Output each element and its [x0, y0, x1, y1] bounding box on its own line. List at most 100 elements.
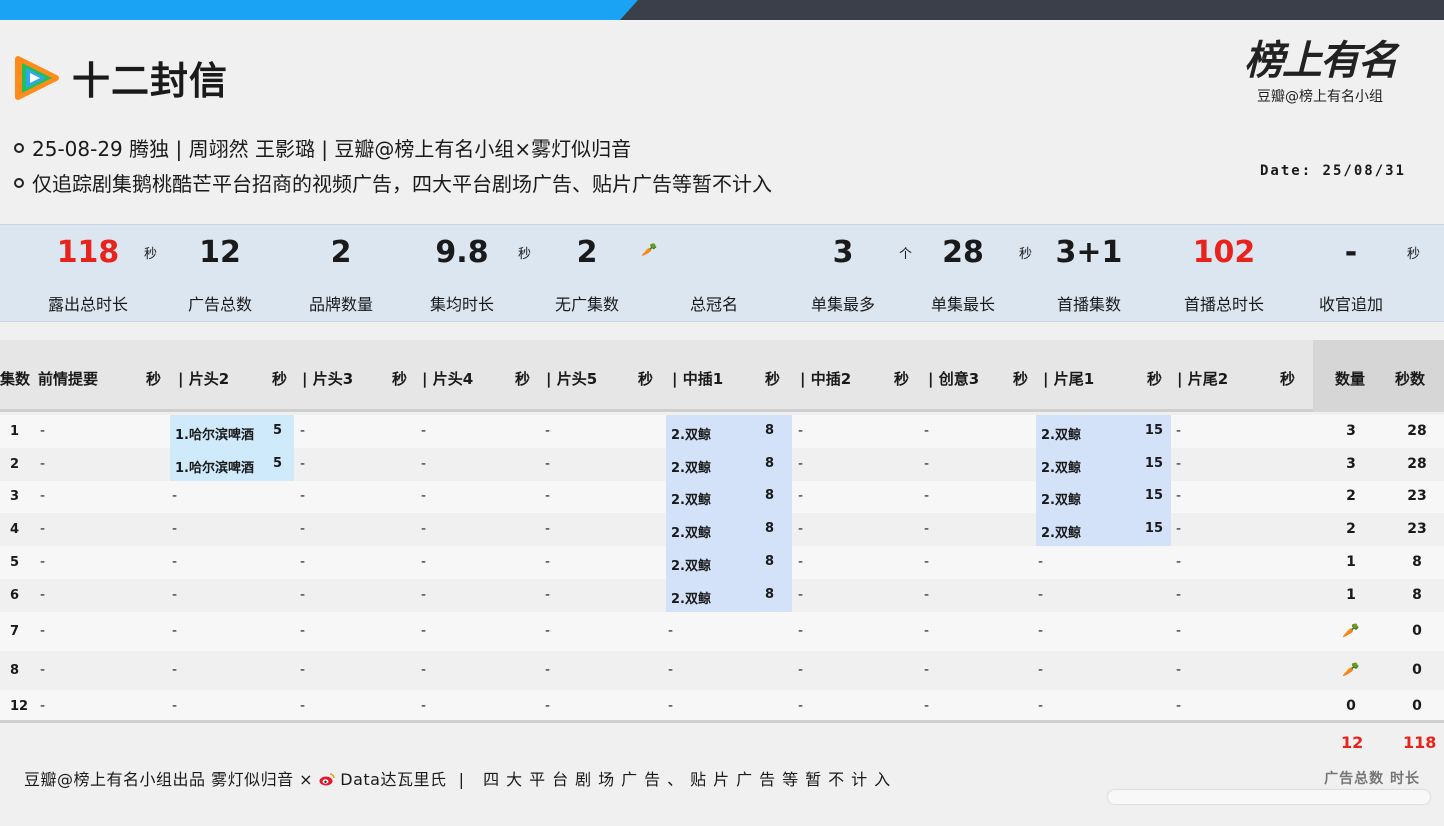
stat-value: 2 — [576, 235, 598, 270]
empty-cell: - — [300, 662, 306, 678]
table-row: 2-1.哈尔滨啤酒 5- - -2.双鲸 8- -2.双鲸 15-3 28 — [0, 448, 1444, 481]
column-header: 秒 — [1147, 370, 1163, 388]
ad-count: 3 — [1346, 456, 1356, 472]
column-header: 秒 — [765, 370, 781, 388]
empty-cell: - — [40, 521, 46, 537]
ad-total-seconds: 23 — [1407, 521, 1427, 537]
empty-cell: - — [300, 521, 306, 537]
ad-seconds: 8 — [764, 488, 774, 503]
stat-5: 总冠名 — [652, 225, 776, 323]
stat-label: 总冠名 — [689, 295, 738, 314]
ad-name: 2.双鲸 — [671, 592, 711, 607]
ad-name: 1.哈尔滨啤酒 — [175, 461, 254, 476]
empty-cell: - — [798, 456, 804, 472]
empty-cell: - — [668, 698, 674, 714]
ad-seconds: 8 — [764, 587, 774, 602]
top-bar-accent — [0, 0, 638, 20]
column-header: | 片尾2 — [1177, 370, 1229, 388]
ad-total-seconds: 0 — [1412, 623, 1422, 639]
stat-10: - 秒收官追加 — [1289, 225, 1420, 323]
bullet-icon — [14, 142, 24, 153]
empty-cell: - — [798, 554, 804, 570]
date-label: Date: 25/08/31 — [1259, 163, 1406, 179]
stat-3: 9.8 秒集均时长 — [400, 225, 531, 323]
footer-right: | 四大平台剧场广告、贴片广告等暂不计入 — [446, 770, 898, 789]
table-row: 5 - - - - - 2.双鲸 8 - - - - 1 8 — [0, 546, 1444, 579]
ad-cell: 2.双鲸 15 — [1036, 415, 1171, 448]
empty-cell: - — [1038, 554, 1044, 570]
stat-value: - — [1344, 235, 1358, 270]
episode-number: 3 — [10, 489, 20, 504]
ad-name: 2.双鲸 — [671, 559, 711, 574]
stats-panel: 118 秒露出总时长 12 广告总数 2 品牌数量 9.8 秒集均时长 2 🥕 无广集数 总冠名 3 个单… — [0, 224, 1444, 322]
stat-unit: 秒 — [1407, 247, 1421, 262]
tencent-video-icon — [15, 55, 59, 100]
empty-cell: - — [300, 488, 306, 504]
column-header: 秒 — [272, 370, 288, 388]
stat-label: 集均时长 — [429, 295, 494, 314]
ad-cell: 2.双鲸 8 — [666, 481, 792, 513]
empty-cell: - — [924, 698, 930, 714]
empty-cell: - — [545, 587, 551, 603]
empty-cell: - — [1176, 423, 1182, 439]
column-header: 秒 — [146, 370, 162, 388]
empty-cell: - — [1176, 662, 1182, 678]
weibo-icon — [319, 773, 335, 786]
empty-cell: - — [1176, 623, 1182, 639]
stat-value: 3+1 — [1055, 235, 1123, 270]
empty-cell: - — [172, 554, 178, 570]
column-header: 秒 — [1280, 370, 1296, 388]
empty-cell: - — [300, 698, 306, 714]
stat-4: 2 🥕 无广集数 — [525, 225, 657, 323]
ad-count: 3 — [1346, 423, 1356, 439]
table-row: 7 - - - - - - - - - - 🥕 0 — [0, 612, 1444, 651]
column-header: | 片头2 — [178, 370, 230, 388]
empty-cell: - — [1176, 521, 1182, 537]
empty-cell: - — [421, 587, 427, 603]
ad-total-seconds: 28 — [1407, 423, 1427, 439]
ad-cell: 2.双鲸 8 — [666, 546, 792, 579]
episode-number: 1 — [10, 424, 20, 439]
empty-cell: - — [545, 698, 551, 714]
empty-cell: - — [1176, 488, 1182, 504]
empty-cell: - — [545, 423, 551, 439]
empty-cell: - — [798, 587, 804, 603]
total-count: 12 — [1341, 733, 1364, 752]
empty-cell: - — [545, 623, 551, 639]
ad-cell: 2.双鲸 15 — [1036, 481, 1171, 513]
empty-cell: - — [924, 488, 930, 504]
empty-cell: - — [924, 456, 930, 472]
ad-name: 2.双鲸 — [1041, 493, 1081, 508]
empty-cell: - — [300, 623, 306, 639]
empty-cell: - — [40, 623, 46, 639]
episode-number: 7 — [10, 624, 20, 639]
title-row: 十二封信 — [12, 50, 228, 105]
ad-seconds: 15 — [1144, 456, 1163, 471]
ad-count: 0 — [1346, 698, 1356, 714]
ad-seconds: 15 — [1144, 423, 1163, 438]
footer-left: 豆瓣@榜上有名小组出品 雾灯似归音 × — [24, 770, 314, 789]
footer: 豆瓣@榜上有名小组出品 雾灯似归音 × Data达瓦里氏 | 四大平台剧场广告、… — [24, 766, 897, 790]
top-bar — [0, 0, 1444, 20]
ad-total-seconds: 0 — [1412, 662, 1422, 678]
empty-cell: - — [924, 521, 930, 537]
empty-cell: - — [421, 456, 427, 472]
ad-count: 2 — [1346, 521, 1356, 537]
ad-total-seconds: 8 — [1412, 587, 1422, 603]
watermark-overlay: 广告总数 时长 — [1108, 768, 1430, 808]
empty-cell: - — [40, 554, 46, 570]
empty-cell: - — [40, 488, 46, 504]
table-row: 1-1.哈尔滨啤酒 5- - -2.双鲸 8- -2.双鲸 15-3 28 — [0, 415, 1444, 448]
empty-cell: - — [421, 623, 427, 639]
ad-total-seconds: 8 — [1412, 554, 1422, 570]
column-header: 秒 — [894, 370, 910, 388]
empty-cell: - — [172, 623, 178, 639]
ad-total-seconds: 28 — [1407, 456, 1427, 472]
ad-count: 🥕 — [1342, 662, 1360, 678]
ad-name: 2.双鲸 — [671, 493, 711, 508]
ad-seconds: 5 — [272, 456, 282, 471]
stat-value: 102 — [1192, 235, 1256, 270]
stat-value: 118 — [56, 235, 120, 270]
stat-label: 单集最长 — [930, 295, 995, 314]
empty-cell: - — [40, 662, 46, 678]
